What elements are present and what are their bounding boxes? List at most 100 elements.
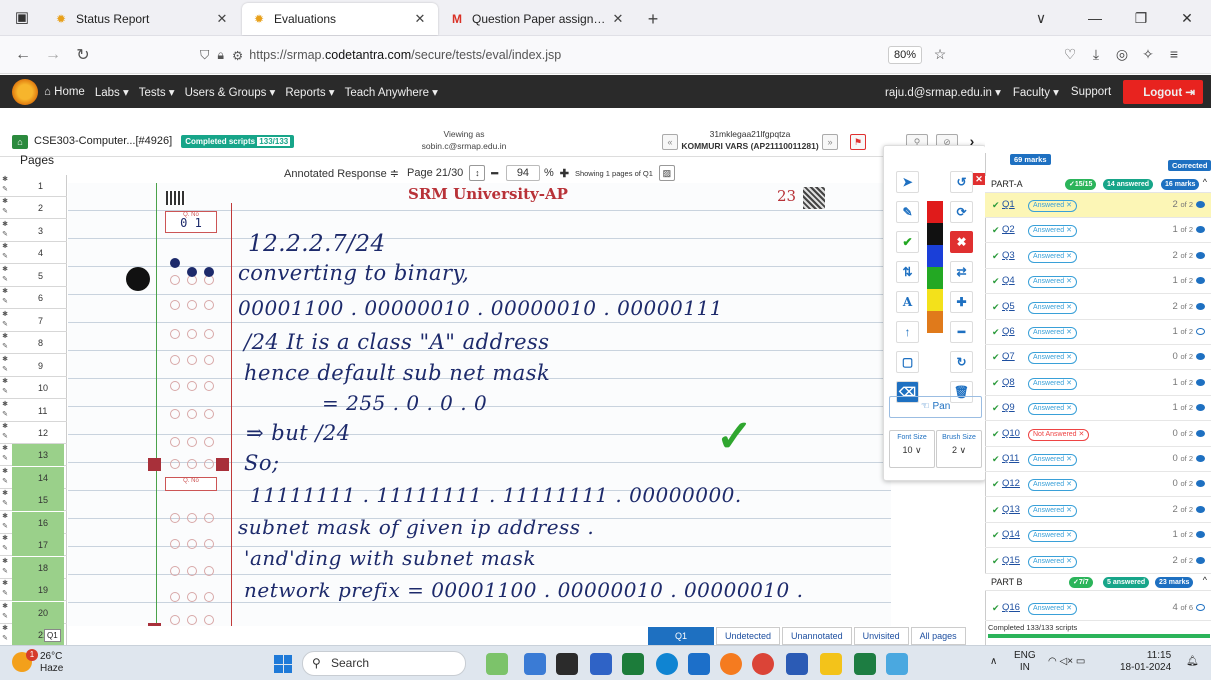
rectangle-icon[interactable]: ▢ [896, 351, 919, 373]
page-thumbnail-row[interactable]: ✱ ✎ 3 [0, 220, 67, 242]
nav-tests[interactable]: Tests ▾ [139, 85, 175, 99]
question-number[interactable]: Q12 [1002, 478, 1020, 489]
url-bar[interactable]: ⛉ 🔒︎ ⚙ https://srmap. codetantra.com/secu… [200, 42, 940, 68]
annotate-page-icon[interactable]: ✱ ✎ [0, 220, 10, 242]
nav-home[interactable]: ⌂ Home [44, 86, 85, 98]
text-tool-icon[interactable]: A [896, 291, 919, 313]
color-swatch[interactable] [927, 245, 943, 267]
page-thumbnail-row[interactable]: ✱ ✎ 1 [0, 175, 67, 197]
support-link[interactable]: Support [1071, 86, 1111, 98]
page-thumbnail-row[interactable]: ✱ ✎ 8 [0, 332, 67, 355]
pocket-icon[interactable]: ♡ [1060, 46, 1080, 63]
annotate-page-icon[interactable]: ✱ ✎ [0, 400, 10, 422]
font-size-select[interactable]: Font Size 10 ∨ [889, 430, 935, 468]
bookmark-star-icon[interactable]: ☆ [930, 46, 950, 63]
page-jump-icon[interactable]: ↕ [469, 165, 486, 181]
question-number[interactable]: Q7 [1002, 351, 1015, 362]
back-arrow-icon[interactable]: ← [8, 46, 38, 64]
app-icon[interactable] [886, 653, 908, 675]
tab-unannotated[interactable]: Unannotated [782, 627, 852, 645]
taskbar-search[interactable]: ⚲ Search [302, 651, 466, 676]
new-tab-button[interactable]: + [638, 3, 668, 35]
question-row-q8[interactable]: ✔ Q8 Answered ✕ 1 of 2 [985, 371, 1211, 396]
reload-icon[interactable]: ↻ [68, 45, 98, 65]
comment-icon[interactable] [1196, 480, 1205, 488]
sort-icon[interactable]: ⇅ [896, 261, 919, 283]
tab-list-chevron-icon[interactable]: ∨ [1018, 0, 1064, 36]
tab-undetected[interactable]: Undetected [716, 627, 781, 645]
restore-button[interactable]: ❐ [1118, 0, 1164, 36]
correct-tick-annotation[interactable]: ✓ [716, 411, 753, 462]
answer-script-page[interactable]: SRM University-AP 23 Q. No 0 1 Q. No 12.… [68, 183, 891, 626]
annotate-page-icon[interactable]: ✱ ✎ [0, 355, 10, 377]
page-thumbnail-row[interactable]: ✱ ✎ 14 [0, 466, 67, 489]
tab-overview-icon[interactable]: ▣ [0, 0, 44, 35]
nav-reports[interactable]: Reports ▾ [285, 85, 334, 99]
weather-widget[interactable]: 26°C Haze [40, 651, 63, 675]
zoom-level-badge[interactable]: 80% [888, 46, 922, 64]
close-tab-icon[interactable]: ✕ [412, 11, 428, 27]
zoom-out-icon[interactable]: ━ [491, 167, 498, 180]
annotate-page-icon[interactable]: ✱ ✎ [0, 332, 10, 354]
question-number[interactable]: Q1 [1002, 199, 1015, 210]
question-number[interactable]: Q6 [1002, 326, 1015, 337]
question-row-q12[interactable]: ✔ Q12 Answered ✕ 0 of 2 [985, 472, 1211, 498]
windows-start-icon[interactable] [274, 655, 292, 673]
question-number[interactable]: Q9 [1002, 402, 1015, 413]
app-icon[interactable] [486, 653, 508, 675]
annotate-page-icon[interactable]: ✱ ✎ [0, 512, 10, 534]
annotate-page-icon[interactable]: ✱ ✎ [0, 265, 10, 287]
show-hidden-icons[interactable]: ∧ [990, 656, 997, 667]
question-number[interactable]: Q4 [1002, 275, 1015, 286]
page-thumbnail-row[interactable]: ✱ ✎ 17 [0, 534, 67, 557]
tick-tool-icon[interactable]: ✔ [896, 231, 919, 253]
cross-tool-icon[interactable]: ✖ [950, 231, 973, 253]
page-thumbnail-row[interactable]: ✱ ✎ 10 [0, 377, 67, 400]
comment-icon[interactable] [1196, 201, 1205, 208]
question-row-q14[interactable]: ✔ Q14 Answered ✕ 1 of 2 [985, 523, 1211, 549]
comment-icon[interactable] [1196, 455, 1205, 462]
teams-icon[interactable] [590, 653, 612, 675]
store-icon[interactable] [622, 653, 644, 675]
question-row-q2[interactable]: ✔ Q2 Answered ✕ 1 of 2 [985, 218, 1211, 244]
question-row-q9[interactable]: ✔ Q9 Answered ✕ 1 of 2 [985, 396, 1211, 422]
image-icon[interactable]: ▨ [658, 165, 675, 181]
menu-icon[interactable]: ≡ [1164, 46, 1184, 62]
annotate-page-icon[interactable]: ✱ ✎ [0, 557, 10, 579]
page-thumbnail-row[interactable]: ✱ ✎ 9 [0, 355, 67, 377]
question-number[interactable]: Q3 [1002, 250, 1015, 261]
user-menu[interactable]: raju.d@srmap.edu.in ▾ [885, 85, 1001, 99]
role-menu[interactable]: Faculty ▾ [1013, 85, 1059, 99]
plus-tool-icon[interactable]: ✚ [950, 291, 973, 313]
annotate-page-icon[interactable]: ✱ ✎ [0, 242, 10, 264]
question-number[interactable]: Q8 [1002, 377, 1015, 388]
question-row-q1[interactable]: ✔ Q1 Answered ✕ 2 of 2 [985, 193, 1211, 218]
comment-icon[interactable] [1196, 353, 1205, 361]
question-number[interactable]: Q16 [1002, 602, 1020, 613]
codetantra-logo[interactable] [12, 78, 38, 105]
question-row-q5[interactable]: ✔ Q5 Answered ✕ 2 of 2 [985, 295, 1211, 320]
tab-unvisited[interactable]: Unvisited [853, 627, 909, 645]
page-thumbnail-row[interactable]: ✱ ✎ 19 [0, 579, 67, 602]
file-explorer-icon[interactable] [820, 653, 842, 675]
close-window-button[interactable]: ✕ [1164, 0, 1210, 36]
downloads-icon[interactable]: ⤓ [1086, 46, 1106, 63]
app-icon[interactable] [524, 653, 546, 675]
comment-icon[interactable] [1196, 404, 1205, 412]
tab-all-pages[interactable]: All pages [910, 627, 966, 645]
question-row-q7[interactable]: ✔ Q7 Answered ✕ 0 of 2 [985, 345, 1211, 371]
comment-icon[interactable] [1196, 604, 1205, 611]
page-thumbnail-row[interactable]: ✱ ✎ 12 [0, 422, 67, 444]
collapse-icon[interactable]: ^ [1203, 177, 1207, 187]
close-palette-icon[interactable]: ✕ [973, 173, 985, 185]
annotate-page-icon[interactable]: ✱ ✎ [0, 602, 10, 624]
annotate-page-icon[interactable]: ✱ ✎ [0, 624, 10, 646]
tab-status-report[interactable]: ✹ Status Report ✕ [44, 3, 240, 35]
previous-student-button[interactable]: « [662, 134, 678, 150]
minus-tool-icon[interactable]: ━ [950, 321, 973, 343]
undo-icon[interactable]: ↺ [950, 171, 973, 193]
annotate-page-icon[interactable]: ✱ ✎ [0, 310, 10, 332]
question-row-q3[interactable]: ✔ Q3 Answered ✕ 2 of 2 [985, 244, 1211, 269]
nav-teach-anywhere[interactable]: Teach Anywhere ▾ [345, 85, 438, 99]
word-icon[interactable] [786, 653, 808, 675]
